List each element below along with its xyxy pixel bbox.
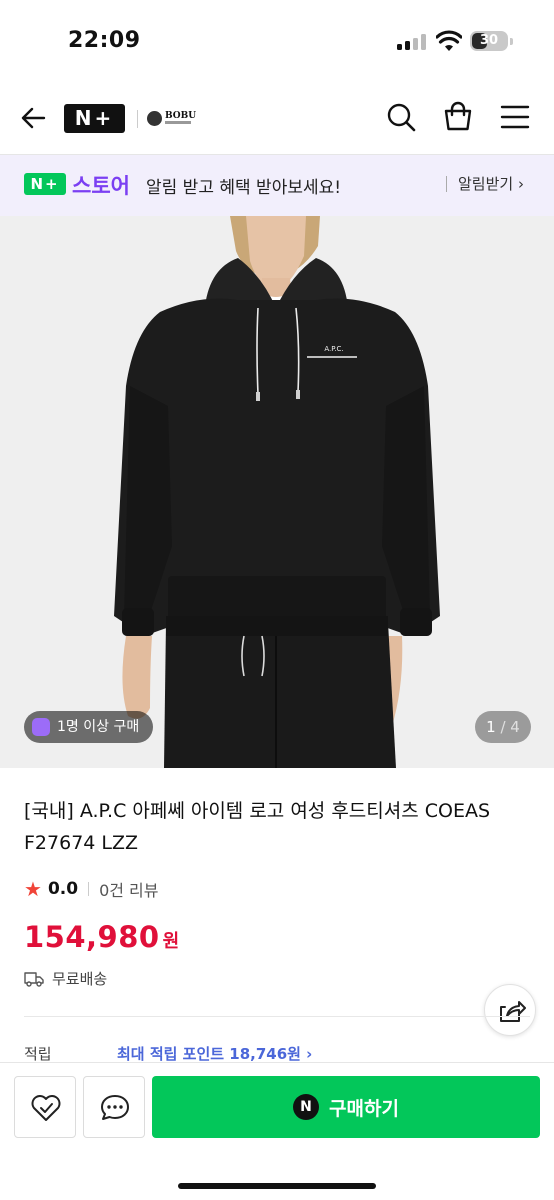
status-bar: 22:09 30 xyxy=(0,0,554,80)
store-logo-emblem xyxy=(147,111,162,126)
chat-bubble-icon xyxy=(101,1095,129,1120)
cellular-signal-icon xyxy=(397,34,427,50)
store-logo-subline xyxy=(165,121,191,124)
store-name: BOBU xyxy=(165,111,197,121)
search-icon[interactable] xyxy=(384,100,418,134)
naver-plus-logo[interactable]: N+ xyxy=(64,104,125,133)
top-navigation: N+ BOBU xyxy=(0,80,554,155)
price-amount: 154,980 xyxy=(24,920,160,954)
store-notification-banner: N+ 스토어 알림 받고 혜택 받아보세요! 알림받기 › xyxy=(0,155,554,216)
banner-divider xyxy=(446,176,447,192)
battery-icon: 30 xyxy=(470,31,508,51)
product-title: [국내] A.P.C 아페쎄 아이템 로고 여성 후드티셔츠 COEAS F27… xyxy=(24,800,491,854)
points-label: 적립 xyxy=(24,1045,52,1063)
product-image-gallery[interactable]: A.P.C. 1명 이상 구매 1 / 4 xyxy=(0,216,554,768)
rating-divider xyxy=(88,882,90,896)
section-divider xyxy=(24,1016,530,1017)
image-page-indicator: 1 / 4 xyxy=(475,711,531,743)
back-arrow-icon[interactable] xyxy=(18,102,50,134)
share-icon xyxy=(500,1001,526,1022)
product-price: 154,980 원 xyxy=(24,920,179,954)
battery-percent: 30 xyxy=(479,33,499,48)
banner-message: 알림 받고 혜택 받아보세요! xyxy=(146,178,342,198)
rating-score: 0.0 xyxy=(47,879,79,899)
menu-icon[interactable] xyxy=(498,100,532,134)
image-current-page: 1 xyxy=(486,718,496,736)
bottom-action-bar: N 구매하기 xyxy=(0,1062,554,1200)
subscribe-alert-link[interactable]: 알림받기 › xyxy=(458,173,524,194)
garment-logo-text: A.P.C. xyxy=(324,345,343,353)
chat-inquiry-button[interactable] xyxy=(83,1076,145,1138)
buyer-count-badge: 1명 이상 구매 xyxy=(24,711,154,743)
shipping-info: 무료배송 xyxy=(24,968,107,989)
wishlist-button[interactable] xyxy=(14,1076,76,1138)
buy-now-label: 구매하기 xyxy=(329,1097,399,1120)
battery-nub xyxy=(510,38,513,45)
status-time: 22:09 xyxy=(68,28,141,53)
home-indicator xyxy=(178,1183,376,1189)
review-count-link[interactable]: 0건 리뷰 xyxy=(99,877,158,901)
truck-icon xyxy=(24,971,44,987)
buyer-count-text: 1명 이상 구매 xyxy=(57,719,140,735)
naver-n-icon: N xyxy=(293,1094,320,1120)
share-button[interactable] xyxy=(484,984,536,1036)
shopping-bag-icon xyxy=(32,718,50,736)
heart-check-icon xyxy=(31,1095,61,1121)
store-label: 스토어 xyxy=(72,174,130,198)
product-photo: A.P.C. xyxy=(0,216,554,768)
star-icon: ★ xyxy=(24,877,42,901)
price-currency: 원 xyxy=(162,931,180,952)
rating-row[interactable]: ★ 0.0 0건 리뷰 xyxy=(24,877,159,901)
naver-plus-badge: N+ xyxy=(24,173,66,195)
shipping-text: 무료배송 xyxy=(52,970,108,988)
image-total-pages: / 4 xyxy=(500,718,520,736)
buy-now-button[interactable]: N 구매하기 xyxy=(152,1076,540,1138)
max-points-link[interactable]: 최대 적립 포인트 18,746원 › xyxy=(117,1043,312,1064)
cart-icon[interactable] xyxy=(441,100,475,134)
wifi-icon xyxy=(436,30,462,51)
header-divider xyxy=(137,110,138,128)
